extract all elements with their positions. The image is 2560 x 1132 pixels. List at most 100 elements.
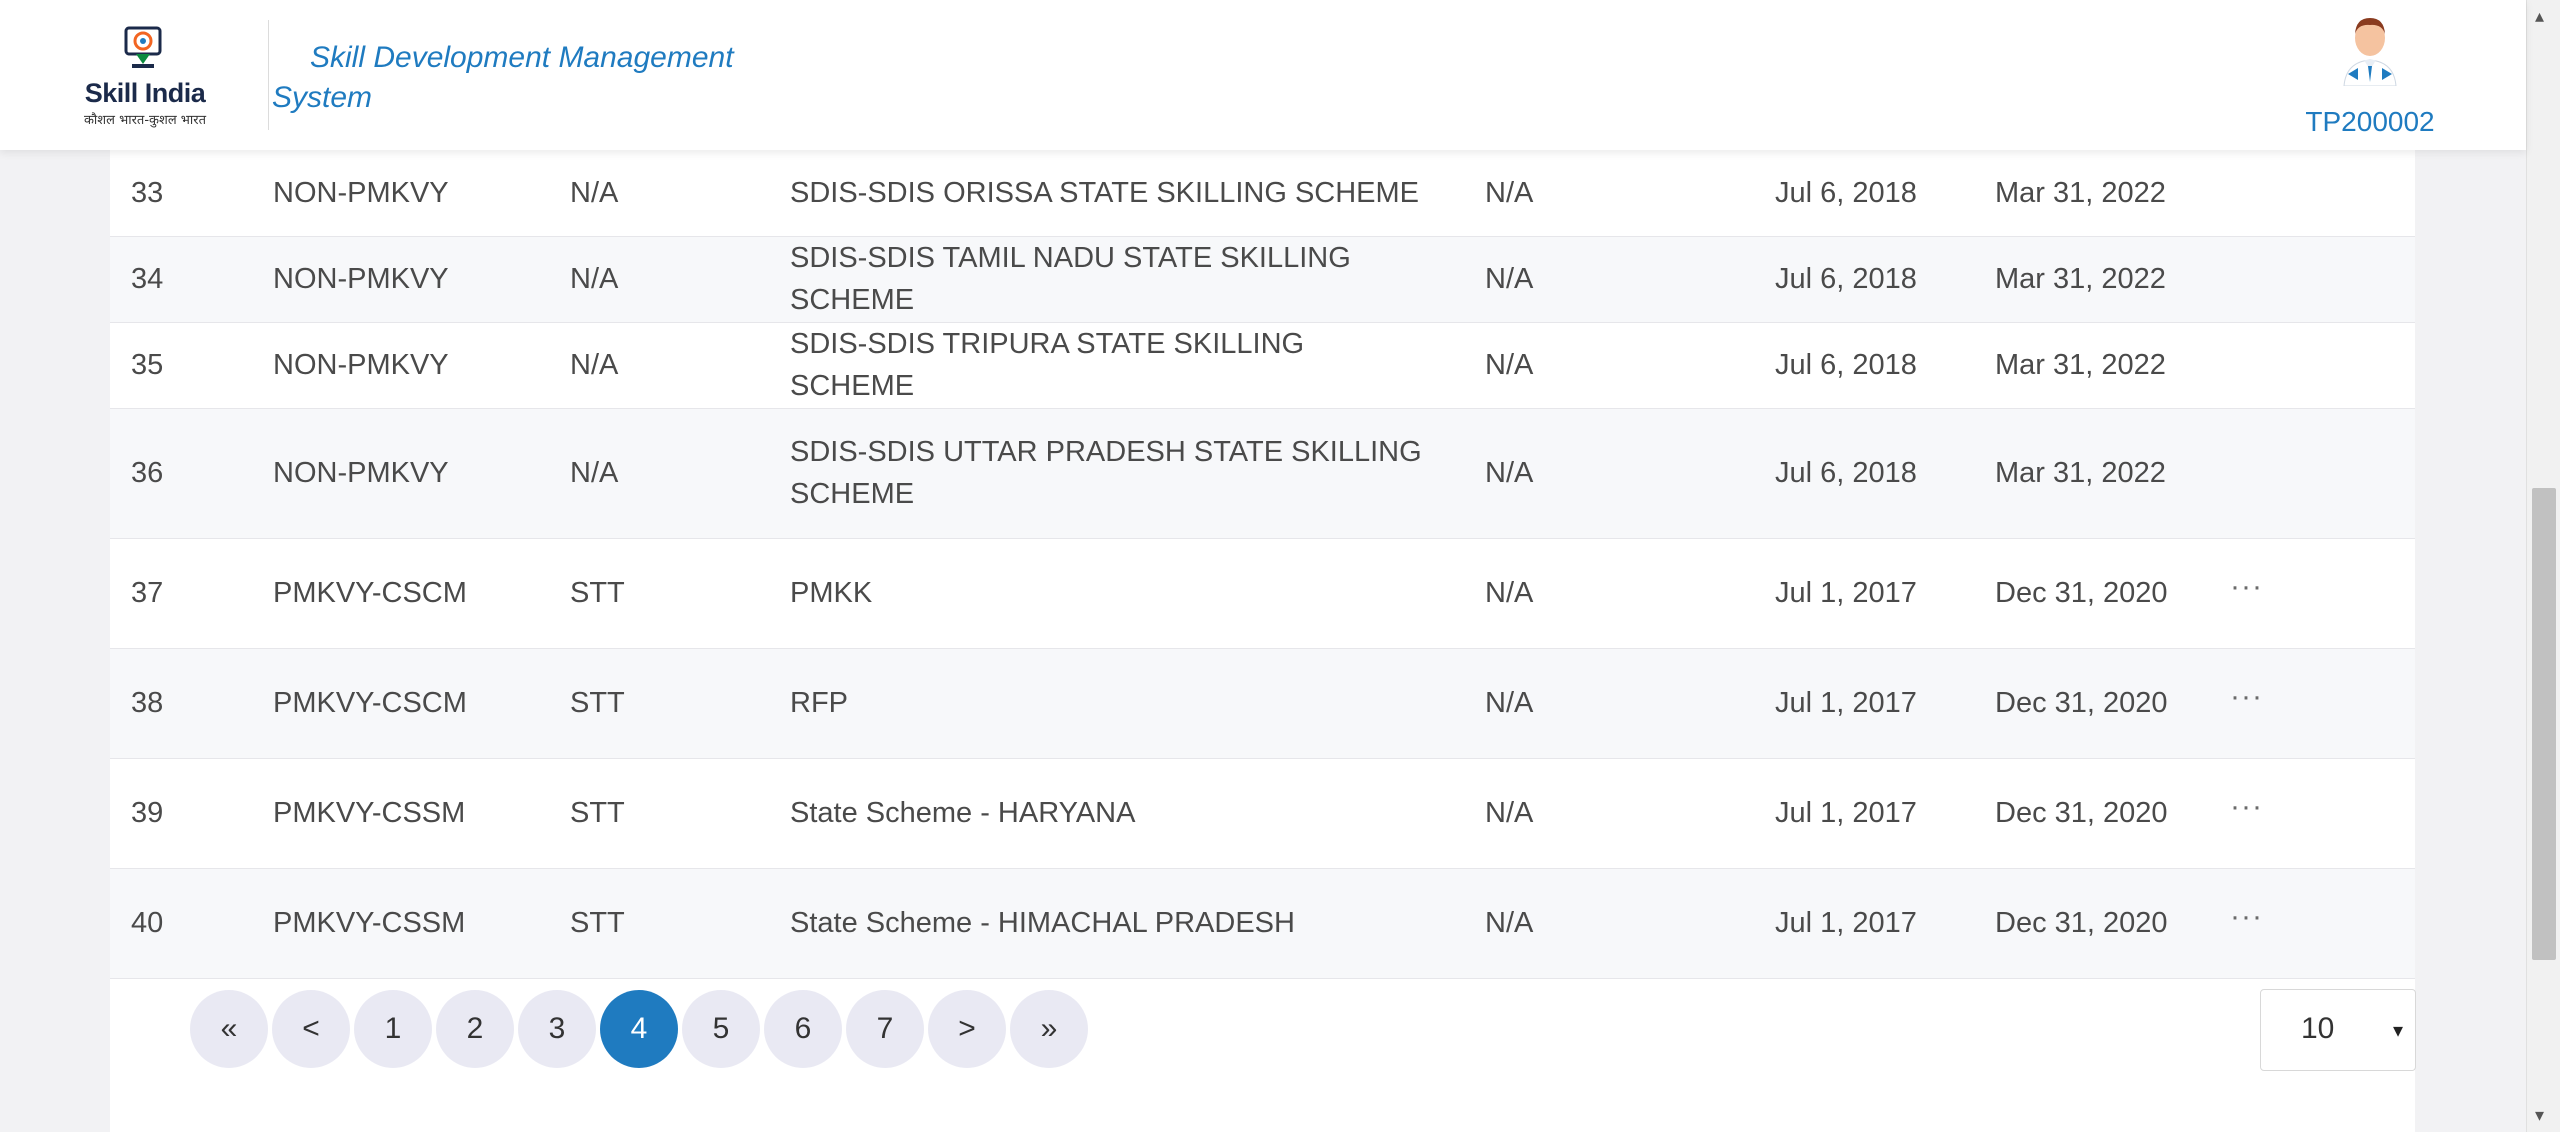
- cell-start-date: Jul 1, 2017: [1775, 577, 1917, 609]
- cell-end-date: Dec 31, 2020: [1995, 797, 2168, 829]
- cell-sub-scheme: N/A: [1485, 349, 1534, 381]
- page-button-5[interactable]: 5: [682, 990, 760, 1068]
- cell-actions: ···: [2209, 538, 2415, 648]
- cell-sub-scheme: N/A: [1485, 577, 1534, 609]
- logo-tagline: कौशल भारत-कुशल भारत: [83, 113, 207, 128]
- cell-row-number: 39: [131, 797, 164, 829]
- next-page-button[interactable]: >: [928, 990, 1006, 1068]
- cell-row-number: 35: [131, 349, 164, 381]
- cell-scheme-name: SDIS-SDIS TRIPURA STATE SKILLING SCHEME: [790, 328, 1305, 402]
- cell-scheme-type: PMKVY-CSCM: [273, 577, 467, 609]
- cell-actions: ···: [2209, 648, 2415, 758]
- cell-scheme-type: NON-PMKVY: [273, 349, 449, 381]
- cell-sub-scheme: N/A: [1485, 263, 1534, 295]
- cell-row-number: 34: [131, 263, 164, 295]
- cell-scheme-type: NON-PMKVY: [273, 457, 449, 489]
- cell-actions: [2209, 150, 2415, 236]
- vertical-scrollbar[interactable]: ▴ ▾: [2526, 0, 2560, 1132]
- cell-category: STT: [570, 907, 625, 939]
- cell-scheme-name: State Scheme - HARYANA: [790, 797, 1136, 829]
- cell-sub-scheme: N/A: [1485, 797, 1534, 829]
- cell-sub-scheme: N/A: [1485, 457, 1534, 489]
- cell-scheme-type: PMKVY-CSSM: [273, 907, 466, 939]
- cell-category: STT: [570, 577, 625, 609]
- row-actions-menu[interactable]: ···: [2230, 676, 2263, 718]
- cell-category: STT: [570, 797, 625, 829]
- cell-scheme-name: PMKK: [790, 577, 873, 609]
- first-page-button[interactable]: «: [190, 990, 268, 1068]
- cell-sub-scheme: N/A: [1485, 907, 1534, 939]
- cell-row-number: 38: [131, 687, 164, 719]
- cell-category: N/A: [570, 263, 619, 295]
- cell-start-date: Jul 6, 2018: [1775, 349, 1917, 381]
- logo-text: Skill India: [84, 78, 206, 108]
- user-avatar-icon[interactable]: [2338, 14, 2402, 86]
- top-header: Skill India कौशल भारत-कुशल भारत Skill De…: [0, 0, 2526, 150]
- pagination: « < 1 2 3 4 5 6 7 > »: [190, 990, 1088, 1068]
- cell-category: N/A: [570, 176, 619, 209]
- last-page-button[interactable]: »: [1010, 990, 1088, 1068]
- cell-category: N/A: [570, 457, 619, 489]
- previous-page-button[interactable]: <: [272, 990, 350, 1068]
- cell-row-number: 37: [131, 577, 164, 609]
- table-row: 39 PMKVY-CSSM STT State Scheme - HARYANA…: [110, 758, 2415, 868]
- page-size-select[interactable]: 10 ▾: [2260, 989, 2416, 1071]
- cell-start-date: Jul 6, 2018: [1775, 263, 1917, 295]
- app-title: Skill Development Management System: [272, 41, 734, 114]
- cell-end-date: Dec 31, 2020: [1995, 687, 2168, 719]
- table-row: 33 NON-PMKVY N/A SDIS-SDIS ORISSA STATE …: [110, 150, 2415, 236]
- page: Skill India कौशल भारत-कुशल भारत Skill De…: [0, 0, 2560, 1132]
- dropdown-caret-icon: ▾: [2392, 1020, 2403, 1042]
- row-actions-menu[interactable]: ···: [2230, 896, 2263, 938]
- cell-actions: ···: [2209, 868, 2415, 978]
- scroll-down-arrow-icon[interactable]: ▾: [2535, 1105, 2544, 1126]
- page-button-2[interactable]: 2: [436, 990, 514, 1068]
- table-row: 40 PMKVY-CSSM STT State Scheme - HIMACHA…: [110, 868, 2415, 978]
- cell-start-date: Jul 1, 2017: [1775, 907, 1917, 939]
- table-row: 37 PMKVY-CSCM STT PMKK N/A Jul 1, 2017 D…: [110, 538, 2415, 648]
- cell-scheme-name: State Scheme - HIMACHAL PRADESH: [790, 907, 1295, 939]
- table-row: 34 NON-PMKVY N/A SDIS-SDIS TAMIL NADU ST…: [110, 236, 2415, 322]
- page-button-6[interactable]: 6: [764, 990, 842, 1068]
- page-button-4-current[interactable]: 4: [600, 990, 678, 1068]
- page-button-3[interactable]: 3: [518, 990, 596, 1068]
- scrollbar-thumb[interactable]: [2532, 488, 2556, 960]
- row-actions-menu[interactable]: ···: [2230, 566, 2263, 608]
- page-button-7[interactable]: 7: [846, 990, 924, 1068]
- cell-row-number: 40: [131, 907, 164, 939]
- user-id-label[interactable]: TP200002: [2290, 106, 2450, 138]
- cell-actions: [2209, 236, 2415, 322]
- page-button-1[interactable]: 1: [354, 990, 432, 1068]
- row-actions-menu[interactable]: ···: [2230, 786, 2263, 828]
- cell-actions: [2209, 322, 2415, 408]
- cell-start-date: Jul 1, 2017: [1775, 687, 1917, 719]
- skill-india-logo[interactable]: Skill India कौशल भारत-कुशल भारत: [80, 22, 210, 128]
- cell-actions: ···: [2209, 758, 2415, 868]
- scroll-up-arrow-icon[interactable]: ▴: [2535, 6, 2544, 27]
- schemes-table-panel: 33 NON-PMKVY N/A SDIS-SDIS ORISSA STATE …: [110, 150, 2415, 1132]
- cell-scheme-type: NON-PMKVY: [273, 263, 449, 295]
- cell-scheme-name: SDIS-SDIS UTTAR PRADESH STATE SKILLING S…: [790, 436, 1422, 510]
- cell-end-date: Dec 31, 2020: [1995, 577, 2168, 609]
- cell-start-date: Jul 6, 2018: [1775, 176, 1917, 209]
- cell-end-date: Mar 31, 2022: [1995, 349, 2166, 381]
- cell-start-date: Jul 1, 2017: [1775, 797, 1917, 829]
- skill-india-emblem-icon: [124, 26, 162, 68]
- cell-row-number: 33: [131, 176, 164, 209]
- cell-scheme-type: PMKVY-CSSM: [273, 797, 466, 829]
- cell-scheme-type: PMKVY-CSCM: [273, 687, 467, 719]
- page-size-value: 10: [2301, 1012, 2335, 1045]
- cell-category: N/A: [570, 349, 619, 381]
- header-divider: [268, 20, 269, 130]
- cell-row-number: 36: [131, 457, 164, 489]
- schemes-table: 33 NON-PMKVY N/A SDIS-SDIS ORISSA STATE …: [110, 150, 2415, 979]
- cell-scheme-name: RFP: [790, 687, 848, 719]
- cell-actions: [2209, 408, 2415, 538]
- cell-start-date: Jul 6, 2018: [1775, 457, 1917, 489]
- cell-end-date: Dec 31, 2020: [1995, 907, 2168, 939]
- table-row: 38 PMKVY-CSCM STT RFP N/A Jul 1, 2017 De…: [110, 648, 2415, 758]
- cell-end-date: Mar 31, 2022: [1995, 176, 2166, 209]
- table-row: 35 NON-PMKVY N/A SDIS-SDIS TRIPURA STATE…: [110, 322, 2415, 408]
- cell-scheme-type: NON-PMKVY: [273, 176, 449, 209]
- cell-scheme-name: SDIS-SDIS TAMIL NADU STATE SKILLING SCHE…: [790, 242, 1351, 316]
